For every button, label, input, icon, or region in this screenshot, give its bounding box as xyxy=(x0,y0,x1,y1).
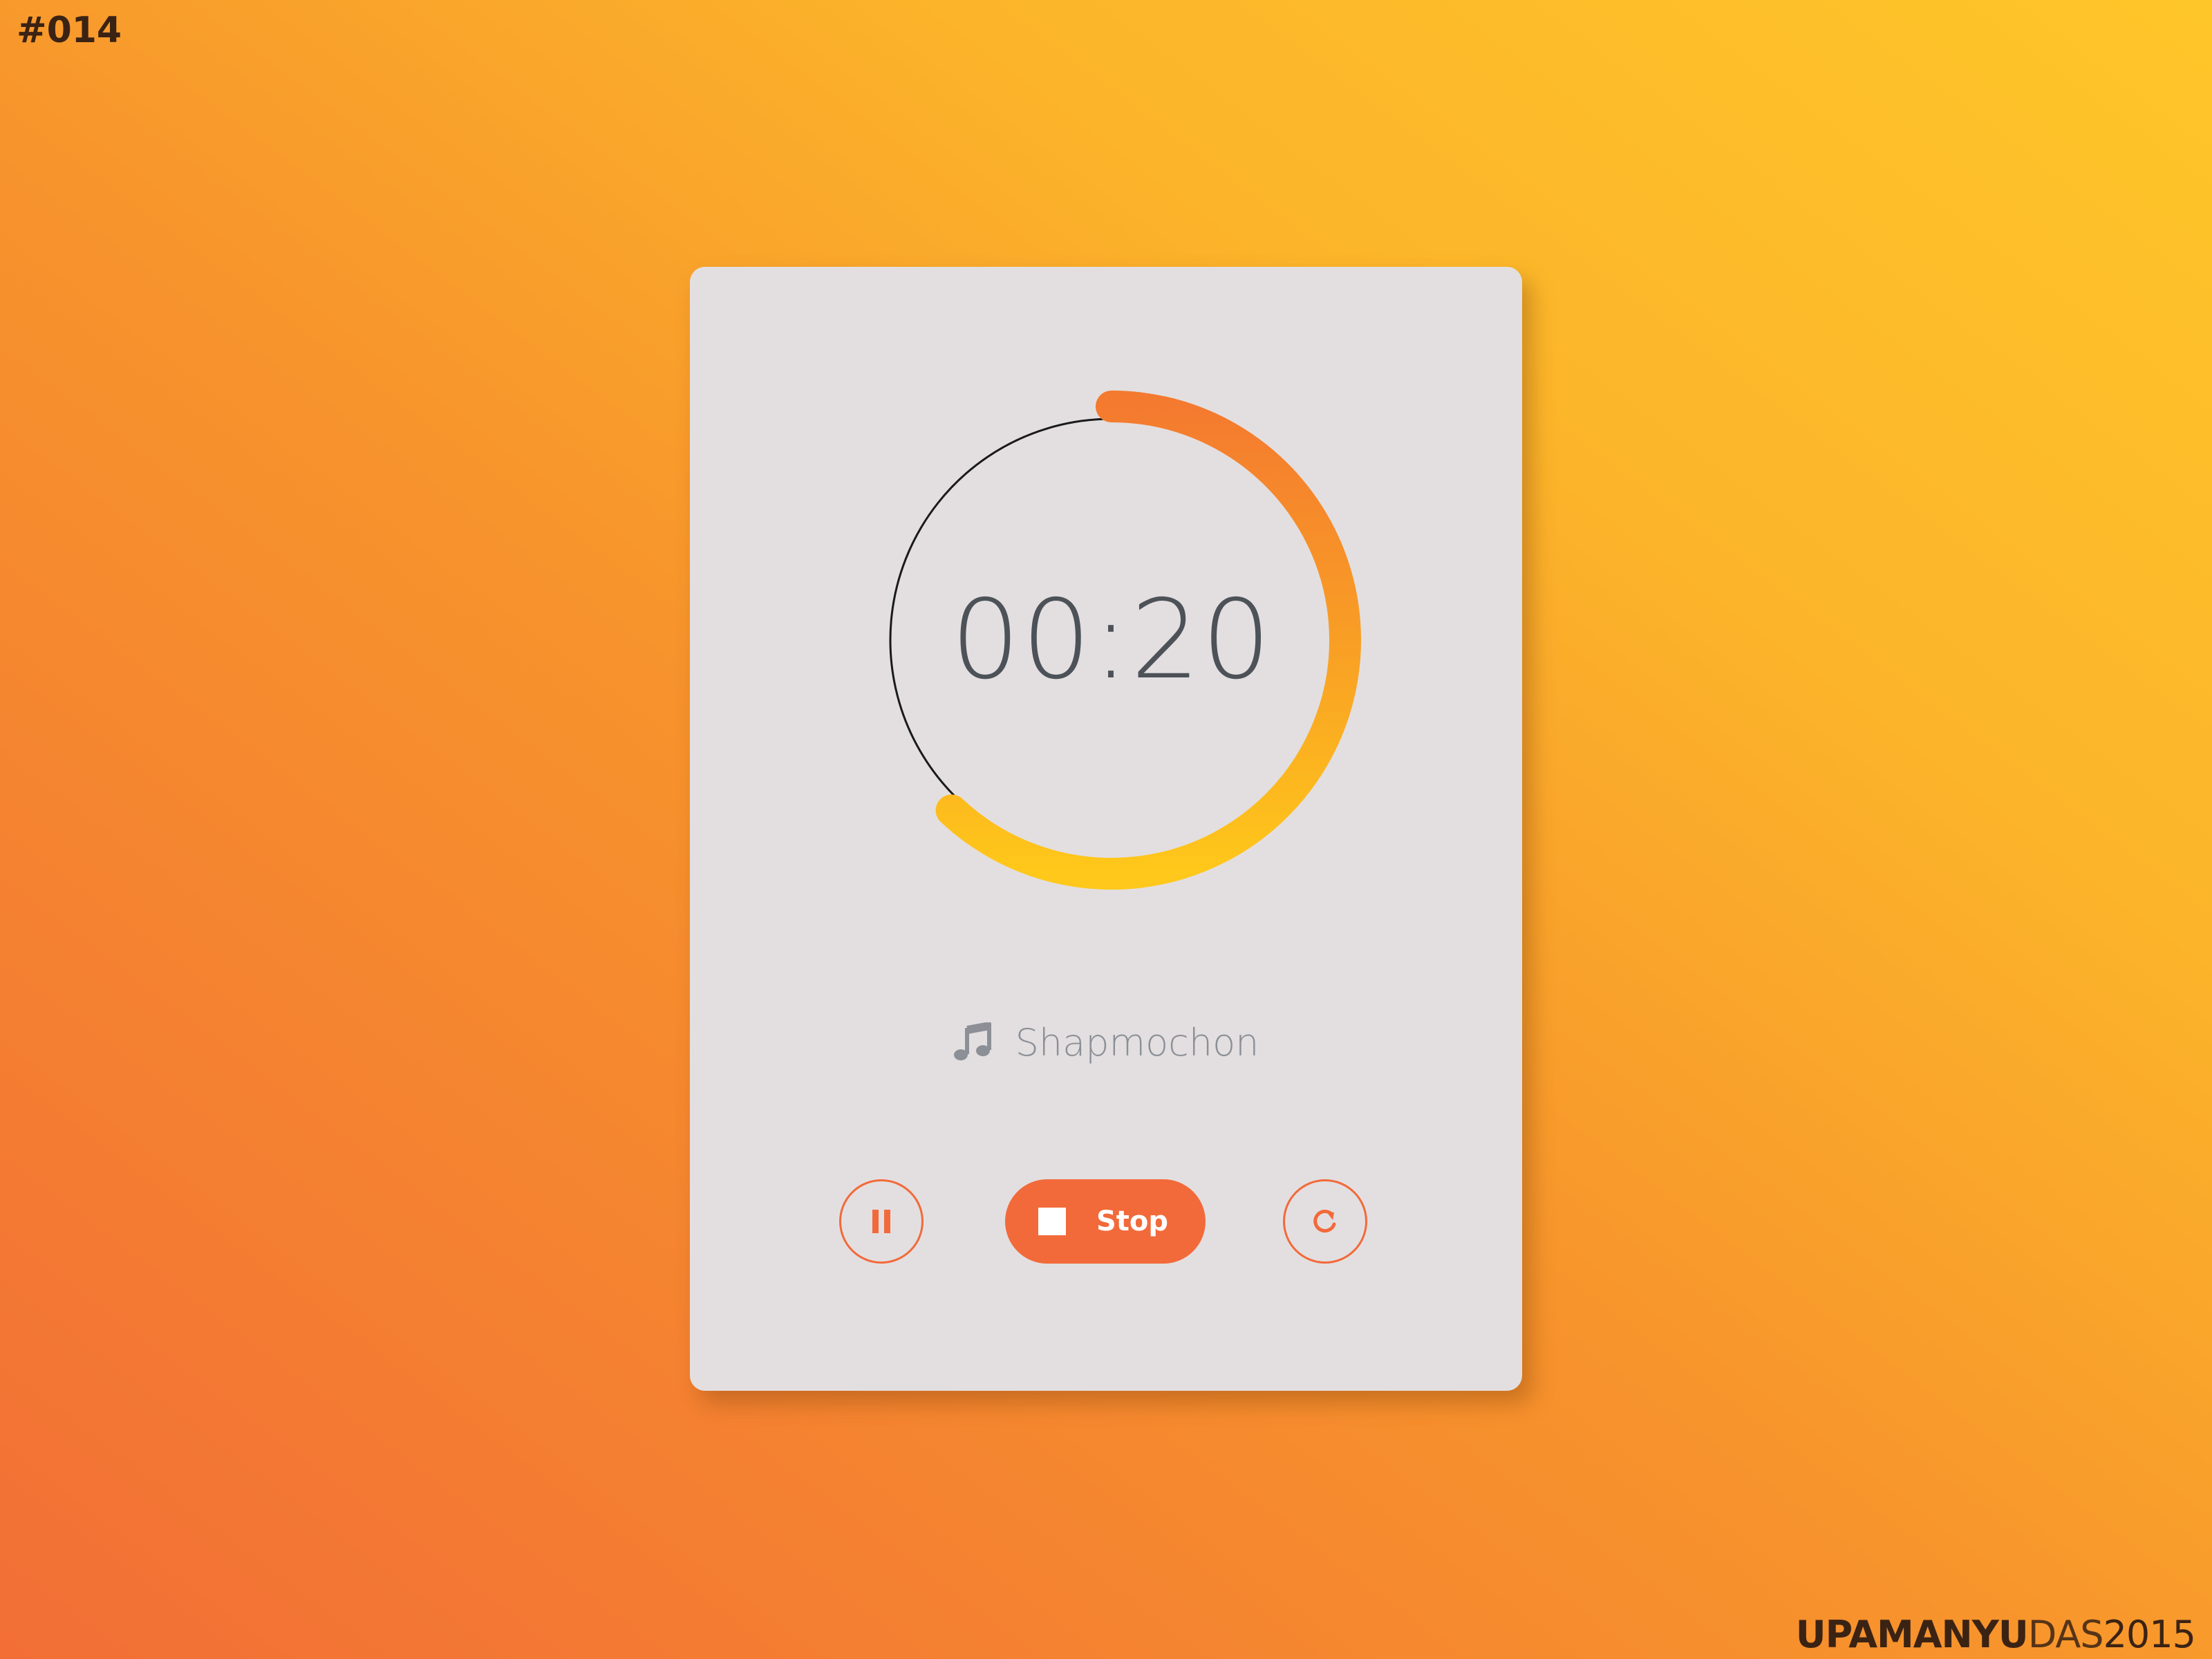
author-credit: UPAMANYUDAS2015 xyxy=(1795,1613,2196,1656)
song-title: Shapmochon xyxy=(1015,1020,1259,1065)
stop-button-label: Stop xyxy=(1096,1206,1169,1237)
credit-first-name: UPAMANYU xyxy=(1795,1613,2029,1656)
pause-button[interactable] xyxy=(839,1179,924,1264)
timer-card: 00:20 Shapmochon Stop xyxy=(690,267,1522,1391)
stop-button[interactable]: Stop xyxy=(1005,1179,1206,1264)
now-playing: Shapmochon xyxy=(690,1015,1522,1070)
reset-button[interactable] xyxy=(1283,1179,1367,1264)
playback-controls: Stop xyxy=(690,1179,1522,1269)
refresh-icon xyxy=(1313,1210,1336,1232)
pause-icon xyxy=(872,1210,890,1233)
credit-last-name: DAS xyxy=(2027,1613,2104,1656)
shot-number-label: #014 xyxy=(17,10,122,51)
credit-year: 2015 xyxy=(2103,1613,2196,1656)
stop-icon xyxy=(1038,1208,1066,1235)
time-remaining: 00:20 xyxy=(950,577,1273,704)
music-note-icon xyxy=(953,1022,991,1060)
